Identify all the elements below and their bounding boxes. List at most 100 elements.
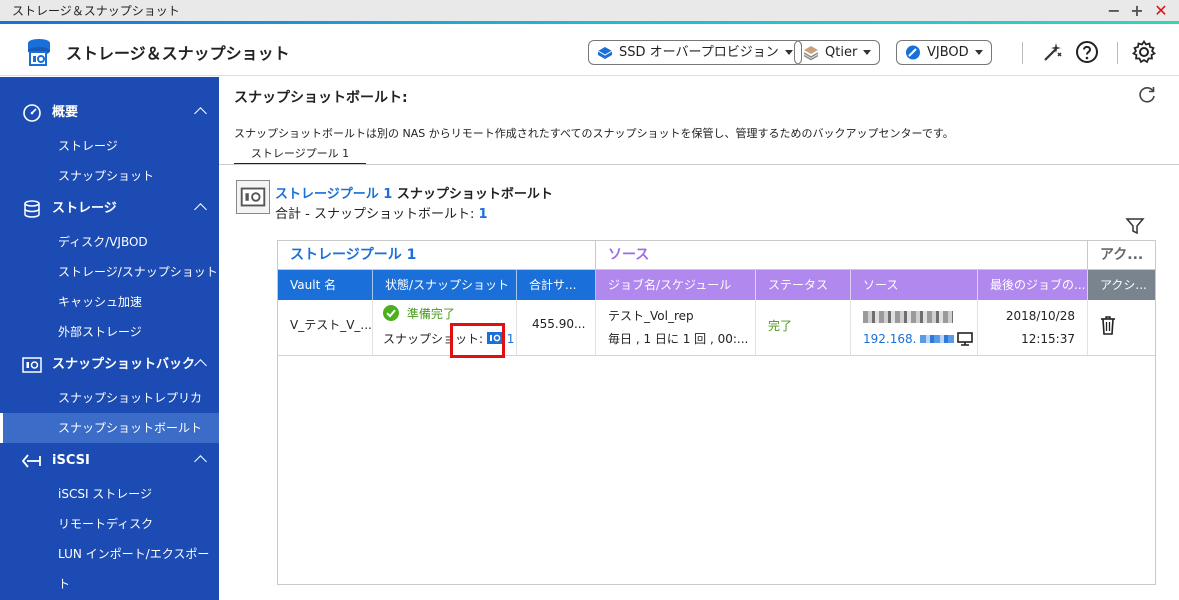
refresh-icon[interactable] — [1137, 85, 1157, 105]
snapshot-highlight-box — [450, 323, 505, 358]
sidebar-item-storage-overview[interactable]: ストレージ — [0, 131, 219, 161]
ssd-overprovision-dropdown[interactable]: SSD オーバープロビジョン — [588, 40, 802, 65]
sidebar-group-label: iSCSI — [52, 453, 90, 468]
tab-storage-pool-1[interactable]: ストレージプール 1 — [234, 145, 366, 165]
sidebar-item-snapshot-vault[interactable]: スナップショットボールト — [0, 413, 219, 443]
vault-total-label: 合計 - スナップショットボールト: — [275, 207, 479, 222]
cell-status: 完了 — [756, 300, 851, 355]
pixelated-hostname — [863, 311, 953, 323]
sidebar-group-overview[interactable]: 概要 — [0, 98, 219, 128]
cell-source: 192.168. — [851, 300, 978, 355]
chevron-down-icon — [863, 50, 872, 55]
column-header-action[interactable]: アクシ... — [1088, 270, 1155, 300]
source-ip-link[interactable]: 192.168. — [863, 332, 916, 346]
window-title: ストレージ＆スナップショット — [12, 4, 180, 18]
column-header-total-size[interactable]: 合計サ... — [517, 270, 596, 300]
last-job-time: 12:15:37 — [1021, 332, 1075, 346]
source-ip-line: 192.168. — [863, 328, 977, 350]
qtier-icon — [803, 46, 819, 60]
snapshot-count-link[interactable]: 1 — [507, 332, 515, 346]
sidebar-group-label: 概要 — [52, 105, 79, 120]
column-header-vault-name[interactable]: Vault 名 — [278, 270, 373, 300]
source-hostname-redacted — [863, 306, 977, 326]
maximize-button[interactable]: + — [1126, 0, 1148, 22]
tab-divider — [219, 164, 1179, 165]
ssd-icon — [597, 47, 613, 59]
table-group-storage-pool: ストレージプール 1 — [278, 241, 596, 270]
page-title: スナップショットボールト: — [234, 90, 408, 106]
sidebar-group-iscsi[interactable]: iSCSI — [0, 446, 219, 476]
column-header-status[interactable]: ステータス — [756, 270, 851, 300]
vault-total: 合計 - スナップショットボールト: 1 — [275, 203, 488, 222]
vault-title-suffix: スナップショットボールト — [392, 187, 553, 202]
column-header-source[interactable]: ソース — [851, 270, 978, 300]
table-group-action: アク... — [1088, 241, 1155, 270]
gauge-icon — [23, 104, 41, 122]
sidebar-item-disk-vjbod[interactable]: ディスク/VJBOD — [0, 227, 219, 257]
qtier-label: Qtier — [825, 45, 858, 60]
sidebar-item-remote-disk[interactable]: リモートディスク — [0, 509, 219, 539]
minimize-button[interactable]: − — [1103, 0, 1125, 22]
vault-title: ストレージプール 1 スナップショットボールト — [275, 183, 553, 202]
close-button[interactable]: ✕ — [1150, 0, 1172, 22]
page-description: スナップショットボールトは別の NAS からリモート作成されたすべてのスナップシ… — [234, 127, 954, 140]
sidebar-item-snapshot-overview[interactable]: スナップショット — [0, 161, 219, 191]
job-schedule: 毎日 , 1 日に 1 回 , 00:... — [608, 332, 749, 346]
column-header-job-schedule[interactable]: ジョブ名/スケジュール — [596, 270, 756, 300]
magic-wand-icon[interactable] — [1041, 40, 1065, 64]
iscsi-icon — [22, 454, 41, 468]
sidebar-group-storage[interactable]: ストレージ — [0, 194, 219, 224]
sidebar-group-snapshot-backup[interactable]: スナップショットバックアップ — [0, 350, 219, 380]
ssd-overprovision-label: SSD オーバープロビジョン — [619, 45, 779, 60]
app-title: ストレージ＆スナップショット — [66, 44, 290, 63]
filter-icon[interactable] — [1125, 217, 1145, 235]
vjbod-icon — [906, 45, 920, 60]
cell-total-size: 455.90... — [517, 300, 596, 355]
chevron-up-icon — [194, 203, 207, 216]
pixelated-ip — [920, 335, 955, 343]
sidebar-item-storage-snapshot[interactable]: ストレージ/スナップショット — [0, 257, 219, 287]
trash-icon[interactable] — [1100, 315, 1116, 335]
qtier-dropdown[interactable]: Qtier — [794, 40, 881, 65]
column-header-state-snapshot[interactable]: 状態/スナップショット — [373, 270, 517, 300]
storage-app-icon — [28, 39, 50, 66]
main-content: スナップショットボールト: スナップショットボールトは別の NAS からリモート… — [219, 77, 1179, 600]
sidebar-item-snapshot-replica[interactable]: スナップショットレプリカ — [0, 383, 219, 413]
snapshot-icon — [22, 357, 42, 373]
database-icon — [24, 200, 40, 218]
help-icon[interactable] — [1075, 40, 1099, 64]
gear-icon[interactable] — [1132, 40, 1156, 64]
job-status: 完了 — [768, 319, 793, 333]
column-header-last-job[interactable]: 最後のジョブの... — [978, 270, 1088, 300]
cell-vault-name: V_テスト_V_... — [278, 300, 373, 355]
job-name: テスト_Vol_rep — [608, 309, 694, 323]
row-divider — [278, 355, 1155, 356]
chevron-down-icon — [974, 50, 983, 55]
state-text: 準備完了 — [406, 307, 455, 321]
window-titlebar: ストレージ＆スナップショット − + ✕ — [0, 0, 1179, 24]
chevron-up-icon — [194, 455, 207, 468]
sidebar-item-cache-acceleration[interactable]: キャッシュ加速 — [0, 287, 219, 317]
table-group-source: ソース — [596, 241, 1088, 270]
sidebar-item-external-storage[interactable]: 外部ストレージ — [0, 317, 219, 347]
vault-table: ストレージプール 1 ソース アク... Vault 名 状態/スナップショット… — [277, 240, 1156, 585]
sidebar-group-label: ストレージ — [52, 201, 117, 216]
sidebar-item-iscsi-storage[interactable]: iSCSI ストレージ — [0, 479, 219, 509]
vjbod-label: VJBOD — [927, 45, 969, 60]
sidebar-group-label: スナップショットバックアップ — [52, 357, 194, 372]
vjbod-dropdown[interactable]: VJBOD — [896, 40, 992, 65]
cell-last-job: 2018/10/28 12:15:37 — [978, 300, 1088, 355]
last-job-date: 2018/10/28 — [1005, 309, 1075, 323]
chevron-up-icon — [194, 359, 207, 372]
header-divider — [1117, 42, 1118, 64]
sidebar-item-lun-import-export[interactable]: LUN インポート/エクスポート — [0, 539, 219, 591]
chevron-down-icon — [784, 50, 793, 55]
vault-pool-link[interactable]: ストレージプール 1 — [275, 187, 392, 202]
header-divider — [1022, 42, 1023, 64]
chevron-up-icon — [194, 107, 207, 120]
state-line: 準備完了 — [383, 304, 516, 324]
monitor-icon — [957, 332, 973, 346]
app-header: ストレージ＆スナップショット SSD オーバープロビジョン Qtier VJBO… — [0, 24, 1179, 76]
check-circle-icon — [383, 305, 399, 321]
cell-action — [1088, 300, 1155, 355]
